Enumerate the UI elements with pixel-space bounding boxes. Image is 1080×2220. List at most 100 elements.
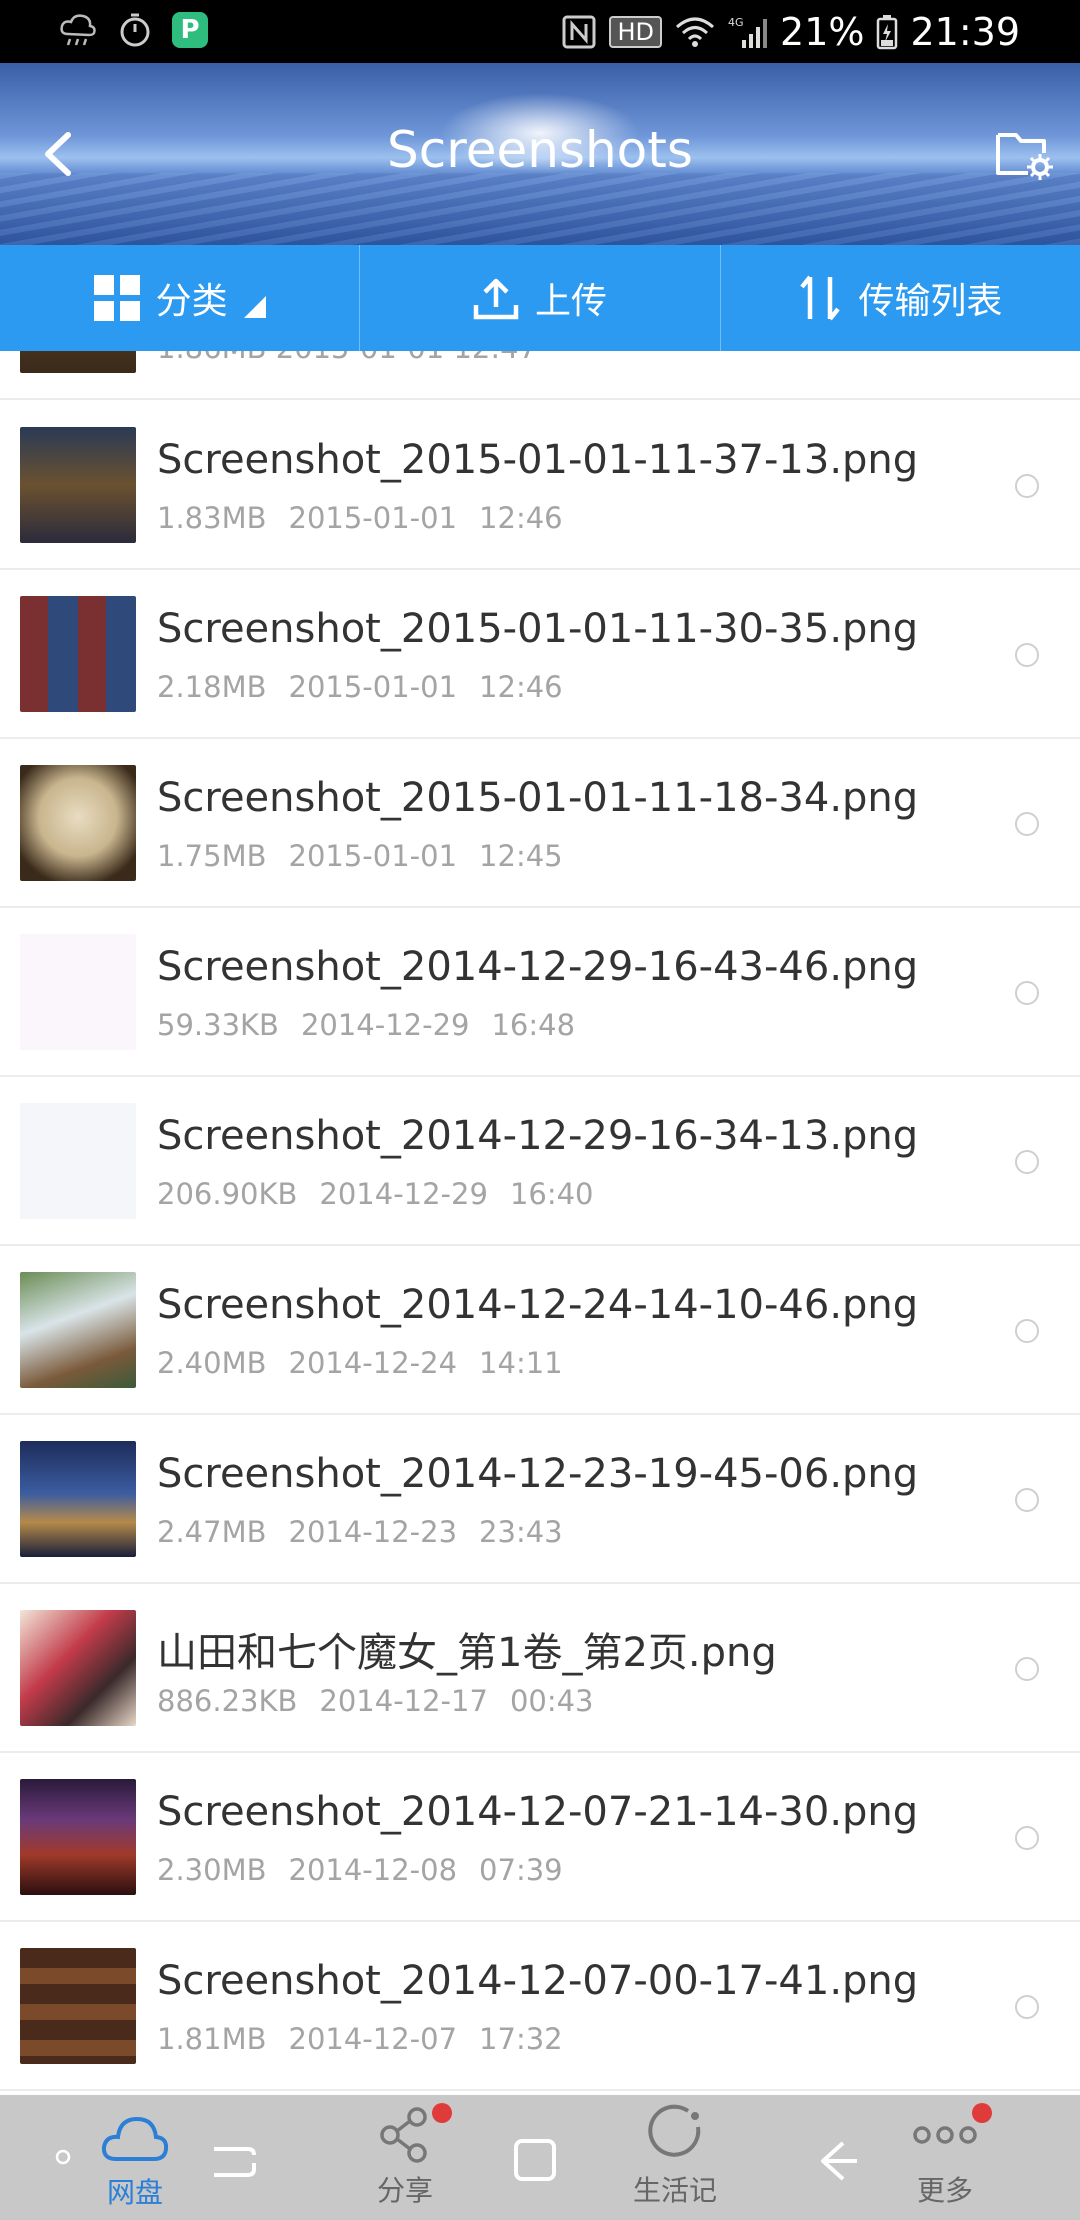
file-time: 07:39 <box>479 1853 563 1887</box>
file-list: 1.86MB 2015-01-01 12:47 Screenshot_2015-… <box>0 351 1080 2095</box>
list-item[interactable]: Screenshot_2015-01-01-11-18-34.png 1.75M… <box>0 739 1080 908</box>
upload-button[interactable]: 上传 <box>360 245 721 351</box>
file-size: 1.75MB <box>157 839 267 873</box>
upload-icon <box>473 278 519 320</box>
file-date: 2015-01-01 <box>288 670 458 704</box>
file-date: 2014-12-29 <box>300 1008 470 1042</box>
share-icon <box>380 2107 427 2163</box>
file-time: 16:48 <box>491 1008 576 1042</box>
file-size: 2.47MB <box>157 1515 267 1549</box>
file-name: Screenshot_2014-12-07-21-14-30.png <box>157 1789 919 1835</box>
nav-disk[interactable]: 网盘 <box>95 2095 175 2220</box>
select-radio[interactable] <box>1015 1150 1039 1174</box>
list-item[interactable]: 山田和七个魔女_第1卷_第2页.png 886.23KB 2014-12-17 00… <box>0 1584 1080 1753</box>
hd-badge: HD <box>609 15 663 48</box>
file-meta: 1.75MB 2015-01-01 12:45 <box>157 839 563 873</box>
file-name: Screenshot_2014-12-24-14-10-46.png <box>157 1282 919 1328</box>
folder-settings-icon <box>996 133 1053 180</box>
file-name: Screenshot_2015-01-01-11-18-34.png <box>157 775 919 821</box>
status-bar: P HD 4G 21% 21:39 <box>0 0 1080 63</box>
upload-label: 上传 <box>534 281 607 322</box>
file-meta: 59.33KB 2014-12-29 16:48 <box>157 1008 575 1042</box>
file-thumbnail <box>20 1441 136 1557</box>
signal-icon: 4G <box>728 16 768 48</box>
file-name: 山田和七个魔女_第1卷_第2页.png <box>157 1630 777 1676</box>
file-meta: 2.30MB 2014-12-08 07:39 <box>157 1853 563 1887</box>
page-title: Screenshots <box>387 121 693 179</box>
battery-percentage: 21% <box>780 9 865 54</box>
select-radio[interactable] <box>1015 981 1039 1005</box>
list-item[interactable]: Screenshot_2015-01-01-11-37-13.png 1.83M… <box>0 401 1080 570</box>
timer-icon <box>120 13 150 47</box>
folder-settings-button[interactable] <box>994 125 1054 181</box>
nav-more-label: 更多 <box>916 2174 973 2207</box>
bottom-navigation: 网盘 分享 生活记 更多 <box>0 2095 1080 2220</box>
file-date: 2014-12-08 <box>288 1853 458 1887</box>
list-item[interactable]: Screenshot_2014-12-29-16-43-46.png 59.33… <box>0 908 1080 1077</box>
file-meta: 1.81MB 2014-12-07 17:32 <box>157 2022 563 2056</box>
action-toolbar: 分类 上传 传输列表 <box>0 245 1080 351</box>
file-size: 1.81MB <box>157 2022 267 2056</box>
select-radio[interactable] <box>1015 1657 1039 1681</box>
file-date: 2015-01-01 <box>288 839 458 873</box>
file-meta: 886.23KB 2014-12-17 00:43 <box>157 1684 594 1718</box>
nav-disk-label: 网盘 <box>106 2176 163 2209</box>
file-time: 23:43 <box>479 1515 563 1549</box>
file-meta: 2.40MB 2014-12-24 14:11 <box>157 1346 563 1380</box>
select-radio[interactable] <box>1015 1319 1039 1343</box>
file-thumbnail <box>20 427 136 543</box>
file-date: 2014-12-23 <box>288 1515 458 1549</box>
recents-icon[interactable] <box>210 2135 258 2183</box>
file-name: Screenshot_2014-12-07-00-17-41.png <box>157 1958 919 2004</box>
list-item[interactable]: Screenshot_2014-12-23-19-45-06.png 2.47M… <box>0 1415 1080 1584</box>
nfc-icon <box>562 15 596 48</box>
select-radio[interactable] <box>1015 812 1039 836</box>
file-meta: 1.86MB 2015-01-01 12:47 <box>157 351 537 365</box>
file-meta: 2.47MB 2014-12-23 23:43 <box>157 1515 563 1549</box>
file-name: Screenshot_2014-12-29-16-43-46.png <box>157 944 919 990</box>
nav-life[interactable]: 生活记 <box>625 2095 725 2220</box>
dropdown-triangle-icon <box>243 296 266 318</box>
file-meta: 2.18MB 2015-01-01 12:46 <box>157 670 563 704</box>
list-item[interactable]: Screenshot_2014-12-07-21-14-30.png 2.30M… <box>0 1753 1080 1922</box>
wifi-icon <box>676 17 715 47</box>
file-time: 17:32 <box>479 2022 563 2056</box>
file-date: 2014-12-17 <box>319 1684 488 1718</box>
classify-button[interactable]: 分类 <box>0 245 361 351</box>
select-radio[interactable] <box>1015 474 1039 498</box>
transfer-list-button[interactable]: 传输列表 <box>721 245 1080 351</box>
file-thumbnail <box>20 351 136 373</box>
file-thumbnail <box>20 1103 136 1219</box>
file-meta: 1.83MB 2015-01-01 12:46 <box>157 501 563 535</box>
transfer-list-label: 传输列表 <box>858 281 1003 322</box>
list-item[interactable]: Screenshot_2014-12-29-16-34-13.png 206.9… <box>0 1077 1080 1246</box>
file-time: 12:46 <box>479 670 563 704</box>
file-size: 886.23KB <box>157 1684 298 1718</box>
classify-label: 分类 <box>155 281 228 322</box>
back-soft-key-icon[interactable] <box>815 2135 863 2183</box>
file-time: 14:11 <box>479 1346 563 1380</box>
list-item[interactable]: Screenshot_2014-12-24-14-10-46.png 2.40M… <box>0 1246 1080 1415</box>
select-radio[interactable] <box>1015 1995 1039 2019</box>
home-icon[interactable] <box>512 2135 560 2183</box>
list-item-partial[interactable]: 1.86MB 2015-01-01 12:47 <box>0 351 1080 400</box>
list-item[interactable]: Screenshot_2014-12-07-00-17-41.png 1.81M… <box>0 1922 1080 2091</box>
life-log-icon <box>648 2104 701 2157</box>
list-item[interactable]: Screenshot_2015-01-01-11-30-35.png 2.18M… <box>0 570 1080 739</box>
file-time: 12:45 <box>479 839 563 873</box>
cloud-icon <box>101 2116 169 2161</box>
select-radio[interactable] <box>1015 1488 1039 1512</box>
nav-life-label: 生活记 <box>632 2174 717 2207</box>
file-size: 2.30MB <box>157 1853 267 1887</box>
grid-icon <box>93 275 140 321</box>
select-radio[interactable] <box>1015 643 1039 667</box>
more-badge <box>972 2103 992 2123</box>
select-radio[interactable] <box>1015 1826 1039 1850</box>
file-name: Screenshot_2014-12-29-16-34-13.png <box>157 1113 919 1159</box>
status-right-icons: HD 4G 21% 21:39 <box>561 0 1020 63</box>
file-date: 2014-12-24 <box>288 1346 458 1380</box>
nav-share-label: 分享 <box>376 2174 433 2207</box>
file-size: 206.90KB <box>157 1177 298 1211</box>
svg-text:4G: 4G <box>728 16 744 29</box>
file-size: 1.83MB <box>157 501 267 535</box>
